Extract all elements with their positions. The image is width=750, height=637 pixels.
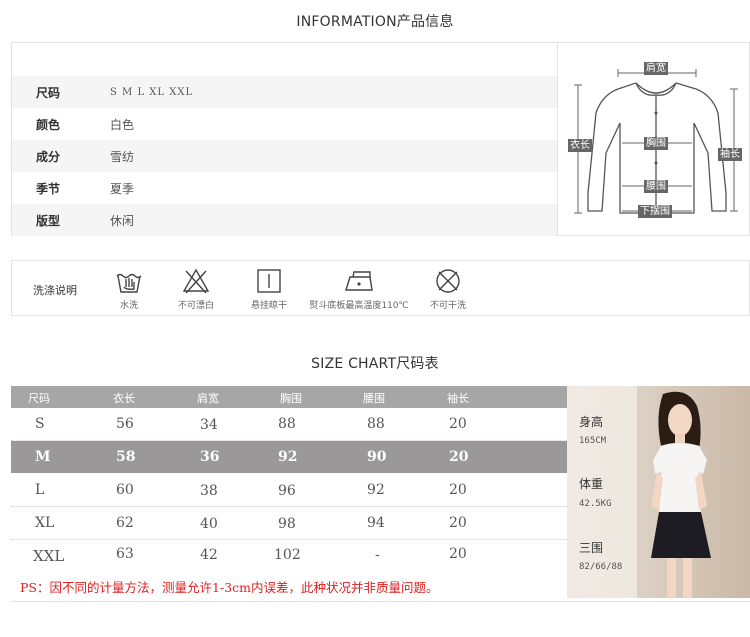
info-value: 白色	[110, 117, 135, 132]
header-cell: 肩宽	[197, 392, 219, 405]
table-cell: 92	[367, 482, 385, 498]
model-weight-value: 42.5KG	[579, 499, 612, 509]
info-section-title: INFORMATION产品信息	[296, 14, 454, 30]
size-chart-title: SIZE CHART尺码表	[311, 356, 439, 372]
table-cell: 102	[274, 547, 301, 563]
table-cell: -	[375, 547, 380, 563]
info-value: 雪纺	[110, 149, 135, 164]
info-row-color: 颜色 白色	[12, 108, 557, 140]
care-text: 悬挂晾干	[250, 301, 287, 311]
table-cell: 40	[200, 516, 218, 532]
measurement-note: PS：因不同的计量方法，测量允许1-3cm内误差，此种状况并非质量问题。	[20, 580, 439, 595]
model-info-panel: 身高 165CM 体重 42.5KG 三围 82/66/88	[567, 386, 750, 598]
info-row-blank	[12, 44, 557, 76]
header-cell: 尺码	[28, 392, 50, 405]
table-cell: 90	[367, 449, 387, 465]
table-cell: 60	[116, 482, 134, 498]
info-label: 季节	[36, 181, 61, 196]
table-cell: 42	[200, 547, 218, 563]
info-label: 尺码	[36, 85, 61, 100]
header-cell: 腰围	[363, 392, 385, 405]
measurement-diagram: 肩宽 衣长 胸围 袖长 腰围 下摆围	[558, 42, 750, 236]
info-label: 成分	[36, 149, 61, 164]
table-cell: 38	[200, 483, 218, 499]
diagram-label-shoulder: 肩宽	[644, 62, 668, 75]
model-height-value: 165CM	[579, 436, 607, 446]
table-row: L 60 38 96 92 20	[11, 473, 567, 505]
diagram-label-hem: 下摆围	[638, 205, 672, 218]
table-cell: 56	[116, 416, 134, 432]
care-instructions-panel: 洗涤说明 水洗 不可漂白 悬挂晾干 熨斗底板最高温度110℃ 不可干洗	[11, 260, 750, 316]
info-row-material: 成分 雪纺	[12, 140, 557, 172]
info-label: 颜色	[36, 117, 61, 132]
table-row: XL 62 40 98 94 20	[11, 507, 567, 539]
care-item-iron: 熨斗底板最高温度110℃	[304, 267, 414, 311]
table-cell: L	[35, 482, 45, 498]
care-item-hang-dry: 悬挂晾干	[245, 267, 293, 311]
table-cell: 20	[449, 449, 469, 465]
table-row: XXL 63 42 102 - 20	[11, 540, 567, 572]
diagram-label-waist: 腰围	[644, 180, 668, 193]
table-cell: 63	[116, 546, 134, 562]
size-table-header: 尺码 衣长 肩宽 胸围 腰围 袖长	[11, 386, 567, 408]
care-item-no-bleach: 不可漂白	[172, 267, 220, 311]
care-text: 熨斗底板最高温度110℃	[309, 301, 409, 311]
table-cell: 20	[449, 515, 467, 531]
hand-wash-icon	[116, 273, 142, 293]
header-cell: 袖长	[447, 392, 469, 405]
table-cell: 62	[116, 515, 134, 531]
diagram-label-length: 衣长	[568, 139, 592, 152]
info-row-fit: 版型 休闲	[12, 204, 557, 236]
table-cell: M	[35, 449, 51, 465]
info-row-size: 尺码 S M L XL XXL	[12, 76, 557, 108]
table-cell: S	[35, 416, 45, 432]
table-cell: XXL	[33, 547, 65, 565]
model-height-label: 身高	[579, 415, 604, 429]
table-cell: 94	[367, 515, 385, 531]
table-cell: 96	[278, 483, 296, 499]
table-cell: 88	[278, 416, 296, 432]
table-cell: 20	[449, 546, 467, 562]
iron-icon	[345, 271, 373, 291]
table-cell: 20	[449, 416, 467, 432]
table-cell: 88	[367, 416, 385, 432]
product-info-panel: 尺码 S M L XL XXL 颜色 白色 成分 雪纺 季节 夏季 版型 休闲	[11, 42, 558, 236]
bottom-divider	[11, 601, 750, 602]
no-dry-clean-icon	[436, 269, 460, 293]
table-row: S 56 34 88 88 20	[11, 408, 567, 440]
header-cell: 胸围	[280, 392, 302, 405]
table-cell: 58	[116, 449, 136, 465]
care-text: 不可漂白	[177, 301, 214, 311]
hang-dry-icon	[257, 269, 281, 293]
table-cell: XL	[35, 515, 55, 531]
table-cell: 92	[278, 449, 298, 465]
care-text: 不可干洗	[429, 301, 466, 311]
table-cell: 36	[200, 449, 220, 465]
no-bleach-icon	[182, 268, 210, 294]
model-measurements-label: 三围	[579, 541, 604, 555]
info-value: 夏季	[110, 181, 135, 196]
header-cell: 衣长	[113, 392, 135, 405]
model-measurements-value: 82/66/88	[579, 562, 623, 572]
diagram-label-sleeve: 袖长	[718, 148, 742, 161]
info-value: S M L XL XXL	[110, 86, 194, 98]
diagram-label-chest: 胸围	[644, 137, 668, 150]
care-item-no-dry-clean: 不可干洗	[424, 267, 472, 311]
care-item-hand-wash: 水洗	[107, 267, 151, 311]
table-cell: 98	[278, 516, 296, 532]
info-label: 版型	[36, 213, 61, 228]
table-cell: 34	[200, 417, 218, 433]
model-weight-label: 体重	[579, 477, 604, 491]
table-row-highlight: M 58 36 92 90 20	[11, 441, 567, 473]
care-label: 洗涤说明	[33, 284, 77, 297]
care-text: 水洗	[119, 301, 138, 311]
table-cell: 20	[449, 482, 467, 498]
info-row-season: 季节 夏季	[12, 172, 557, 204]
info-value: 休闲	[110, 213, 135, 228]
